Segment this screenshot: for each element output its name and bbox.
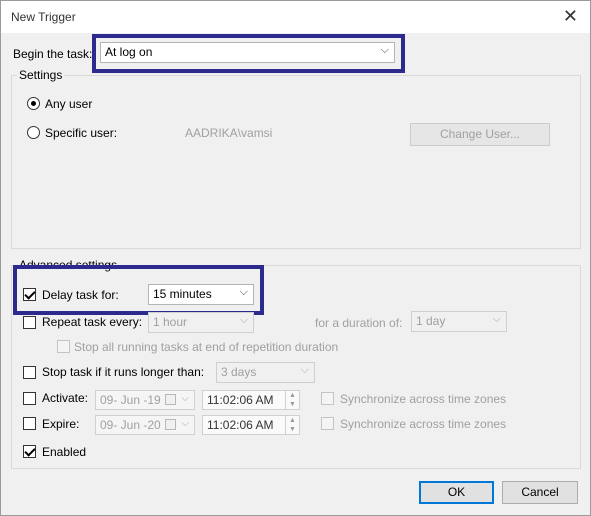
chevron-down-icon[interactable]: ⌵ <box>181 418 189 429</box>
new-trigger-dialog: New Trigger ✕ Begin the task: At log on … <box>0 0 591 516</box>
delay-task-highlight <box>13 265 264 315</box>
activate-time-field[interactable]: 11:02:06 AM ▲ ▼ <box>202 390 300 410</box>
repeat-interval-select[interactable]: 1 hour ⌵ <box>148 312 254 333</box>
settings-legend: Settings <box>17 68 65 82</box>
expire-time-value: 11:02:06 AM <box>207 418 274 432</box>
activate-date-field[interactable]: 09- Jun -19 ⌵ <box>95 390 195 410</box>
close-icon[interactable]: ✕ <box>563 6 578 26</box>
begin-task-label: Begin the task: <box>13 47 93 61</box>
enabled-checkbox[interactable] <box>23 445 36 458</box>
duration-label: for a duration of: <box>315 316 403 330</box>
duration-value: 1 day <box>416 314 446 328</box>
expire-sync-label: Synchronize across time zones <box>340 417 507 431</box>
chevron-down-icon: ⌵ <box>492 313 501 325</box>
change-user-button[interactable]: Change User... <box>410 123 550 146</box>
expire-time-field[interactable]: 11:02:06 AM ▲ ▼ <box>202 415 300 435</box>
activate-date-value: 09- Jun -19 <box>100 393 161 407</box>
repeat-interval-value: 1 hour <box>153 315 188 329</box>
activate-checkbox[interactable] <box>23 392 36 405</box>
expire-label: Expire: <box>42 417 80 431</box>
duration-select[interactable]: 1 day ⌵ <box>411 311 507 332</box>
window-title: New Trigger <box>11 10 76 24</box>
chevron-down-icon: ⌵ <box>300 364 309 376</box>
settings-group <box>11 75 581 249</box>
any-user-radio[interactable] <box>27 97 40 110</box>
begin-task-highlight <box>92 34 405 73</box>
expire-date-field[interactable]: 09- Jun -20 ⌵ <box>95 415 195 435</box>
expire-sync-checkbox[interactable] <box>321 417 334 430</box>
expire-date-value: 09- Jun -20 <box>100 418 161 432</box>
stop-long-value: 3 days <box>221 365 257 379</box>
stop-long-label: Stop task if it runs longer than: <box>42 365 205 379</box>
ok-button[interactable]: OK <box>419 481 494 504</box>
repeat-task-label: Repeat task every: <box>42 315 143 329</box>
specific-user-radio[interactable] <box>27 126 40 139</box>
spin-arrows-icon[interactable]: ▲ ▼ <box>285 416 299 434</box>
title-bar: New Trigger ✕ <box>1 1 590 33</box>
chevron-down-icon[interactable]: ⌵ <box>181 393 189 404</box>
activate-sync-label: Synchronize across time zones <box>340 392 507 406</box>
activate-label: Activate: <box>42 391 89 405</box>
stop-all-checkbox[interactable] <box>57 340 70 353</box>
chevron-down-icon: ⌵ <box>239 314 248 326</box>
stop-long-select[interactable]: 3 days ⌵ <box>216 362 315 383</box>
specific-user-label: Specific user: <box>45 126 118 140</box>
calendar-icon[interactable] <box>165 419 176 430</box>
stop-long-checkbox[interactable] <box>23 366 36 379</box>
repeat-task-checkbox[interactable] <box>23 316 36 329</box>
spin-arrows-icon[interactable]: ▲ ▼ <box>285 391 299 409</box>
expire-checkbox[interactable] <box>23 417 36 430</box>
cancel-button[interactable]: Cancel <box>502 481 578 504</box>
activate-sync-checkbox[interactable] <box>321 392 334 405</box>
stop-all-label: Stop all running tasks at end of repetit… <box>74 340 339 354</box>
user-account-value: AADRIKA\vamsi <box>185 126 273 140</box>
activate-time-value: 11:02:06 AM <box>207 393 274 407</box>
enabled-label: Enabled <box>42 445 87 459</box>
any-user-label: Any user <box>45 97 93 111</box>
calendar-icon[interactable] <box>165 394 176 405</box>
